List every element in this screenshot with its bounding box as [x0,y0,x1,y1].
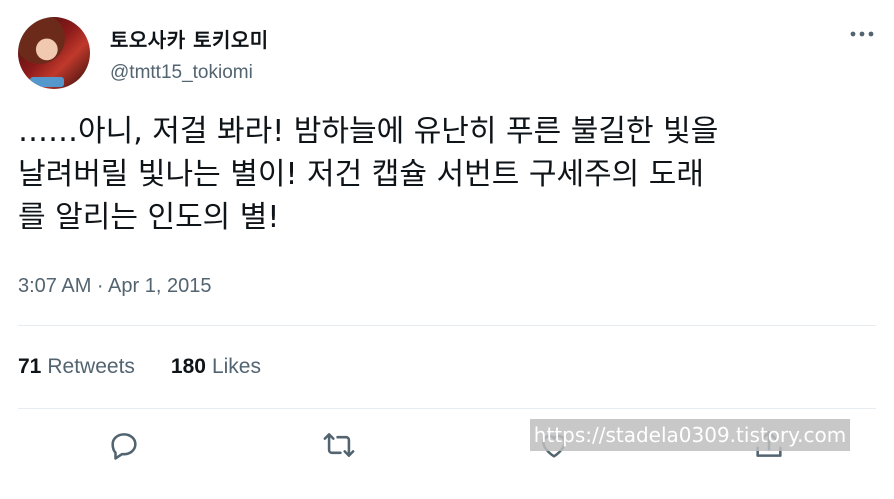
user-handle[interactable]: @tmtt15_tokiomi [110,62,253,84]
likes-count: 180 [170,355,206,378]
more-icon[interactable] [848,24,876,44]
avatar-badge [30,77,64,87]
divider [18,325,876,326]
watermark: https://stadela0309.tistory.com [530,419,850,451]
display-name[interactable]: 토오사카 토키오미 [110,24,269,53]
divider [18,408,876,409]
retweets-count: 71 [18,355,42,378]
retweets-stat[interactable]: 71 Retweets [18,355,135,379]
avatar[interactable] [18,17,90,89]
tweet-timestamp[interactable]: 3:07 AM · Apr 1, 2015 [18,275,211,298]
retweet-icon[interactable] [322,428,356,462]
likes-label: Likes [211,355,261,378]
tweet-text: ……아니, 저걸 봐라! 밤하늘에 유난히 푸른 불길한 빛을 날려버릴 빛나는… [18,114,719,235]
reply-icon[interactable] [107,428,141,462]
tweet-stats: 71 Retweets 180 Likes [18,355,261,379]
retweets-label: Retweets [47,355,135,378]
likes-stat[interactable]: 180 Likes [171,355,261,379]
